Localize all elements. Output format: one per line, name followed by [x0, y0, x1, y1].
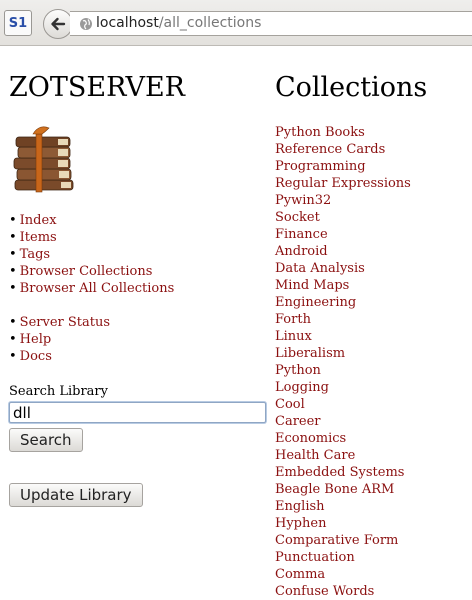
collection-item: Android	[275, 243, 472, 260]
nav-link-items[interactable]: Items	[20, 230, 57, 245]
collection-link[interactable]: Embedded Systems	[275, 465, 404, 480]
collection-item: Economics	[275, 430, 472, 447]
collection-link[interactable]: Health Care	[275, 448, 355, 463]
collection-link[interactable]: Comparative Form	[275, 533, 398, 548]
collection-item: Pywin32	[275, 192, 472, 209]
secondary-nav: Server Status Help Docs	[9, 314, 269, 365]
collection-item: Linux	[275, 328, 472, 345]
book-stack-logo	[13, 126, 74, 193]
collection-link[interactable]: Economics	[275, 431, 346, 446]
collection-link[interactable]: Linux	[275, 329, 312, 344]
nav-link-browser-collections[interactable]: Browser Collections	[20, 264, 153, 279]
url-host: localhost	[96, 15, 159, 31]
collection-link[interactable]: Regular Expressions	[275, 176, 411, 191]
collection-link[interactable]: Hyphen	[275, 516, 326, 531]
collection-item: Health Care	[275, 447, 472, 464]
collection-item: Hyphen	[275, 515, 472, 532]
globe-icon	[80, 18, 92, 30]
collection-link[interactable]: Python	[275, 363, 321, 378]
collection-link[interactable]: Pywin32	[275, 193, 331, 208]
collection-link[interactable]: Liberalism	[275, 346, 345, 361]
primary-nav: Index Items Tags Browser Collections Bro…	[9, 212, 269, 297]
nav-item-browser-collections: Browser Collections	[9, 263, 269, 280]
collections-panel: Collections Python Books Reference Cards P…	[275, 70, 472, 600]
collection-link[interactable]: Reference Cards	[275, 142, 385, 157]
collection-link[interactable]: Data Analysis	[275, 261, 365, 276]
collection-item: Cool	[275, 396, 472, 413]
collection-link[interactable]: Punctuation	[275, 550, 355, 565]
nav-link-help[interactable]: Help	[20, 332, 52, 347]
collection-item: Engineering	[275, 294, 472, 311]
nav-item-tags: Tags	[9, 246, 269, 263]
collection-item: Programming	[275, 158, 472, 175]
nav-link-browser-all-collections[interactable]: Browser All Collections	[20, 281, 175, 296]
url-path: /all_collections	[158, 15, 262, 31]
collection-item: Punctuation	[275, 549, 472, 566]
search-button[interactable]: Search	[9, 428, 83, 452]
collection-link[interactable]: Forth	[275, 312, 311, 327]
collection-link[interactable]: Beagle Bone ARM	[275, 482, 394, 497]
collection-item: Confuse Words	[275, 583, 472, 600]
collection-item: Reference Cards	[275, 141, 472, 158]
collection-item: Regular Expressions	[275, 175, 472, 192]
favicon-text: S1	[8, 15, 28, 31]
collection-item: Career	[275, 413, 472, 430]
nav-link-docs[interactable]: Docs	[20, 349, 52, 364]
collection-item: Forth	[275, 311, 472, 328]
collection-item: Liberalism	[275, 345, 472, 362]
site-title: ZOTSERVER	[9, 72, 186, 103]
nav-item-browser-all-collections: Browser All Collections	[9, 280, 269, 297]
collection-link[interactable]: Confuse Words	[275, 584, 374, 599]
collection-link[interactable]: Programming	[275, 159, 366, 174]
collection-item: Finance	[275, 226, 472, 243]
collection-link[interactable]: Engineering	[275, 295, 356, 310]
collection-link[interactable]: Logging	[275, 380, 329, 395]
collection-item: English	[275, 498, 472, 515]
collection-link[interactable]: Python Books	[275, 125, 365, 140]
back-arrow-icon	[51, 17, 66, 31]
collection-item: Logging	[275, 379, 472, 396]
update-library-button[interactable]: Update Library	[9, 483, 143, 507]
collection-item: Data Analysis	[275, 260, 472, 277]
collection-link[interactable]: Mind Maps	[275, 278, 349, 293]
collection-link[interactable]: English	[275, 499, 325, 514]
collection-item: Mind Maps	[275, 277, 472, 294]
collection-item: Comma	[275, 566, 472, 583]
search-input[interactable]	[9, 402, 266, 423]
search-label: Search Library	[9, 384, 108, 399]
nav-item-help: Help	[9, 331, 269, 348]
collection-link[interactable]: Finance	[275, 227, 328, 242]
site-favicon-icon[interactable]: S1	[4, 10, 32, 36]
nav-item-index: Index	[9, 212, 269, 229]
collection-link[interactable]: Comma	[275, 567, 325, 582]
collection-item: Socket	[275, 209, 472, 226]
nav-item-docs: Docs	[9, 348, 269, 365]
collection-item: Embedded Systems	[275, 464, 472, 481]
left-sidebar: ZOTSERVER Index Items Tags Browser Colle…	[9, 70, 269, 507]
collection-link[interactable]: Android	[275, 244, 328, 259]
browser-toolbar: S1 localhost/all_collections	[0, 0, 472, 46]
collection-link[interactable]: Socket	[275, 210, 320, 225]
collection-item: Beagle Bone ARM	[275, 481, 472, 498]
nav-item-items: Items	[9, 229, 269, 246]
nav-link-server-status[interactable]: Server Status	[20, 315, 110, 330]
collection-item: Comparative Form	[275, 532, 472, 549]
collection-item: Python	[275, 362, 472, 379]
collection-link[interactable]: Cool	[275, 397, 305, 412]
collection-link[interactable]: Career	[275, 414, 321, 429]
nav-link-tags[interactable]: Tags	[20, 247, 50, 262]
address-bar[interactable]: localhost/all_collections	[70, 11, 472, 36]
collections-heading: Collections	[275, 72, 428, 103]
collection-item: Python Books	[275, 124, 472, 141]
nav-link-index[interactable]: Index	[20, 213, 57, 228]
collection-list: Python Books Reference Cards Programming Re…	[275, 124, 472, 600]
nav-item-server-status: Server Status	[9, 314, 269, 331]
back-button[interactable]	[43, 9, 73, 39]
